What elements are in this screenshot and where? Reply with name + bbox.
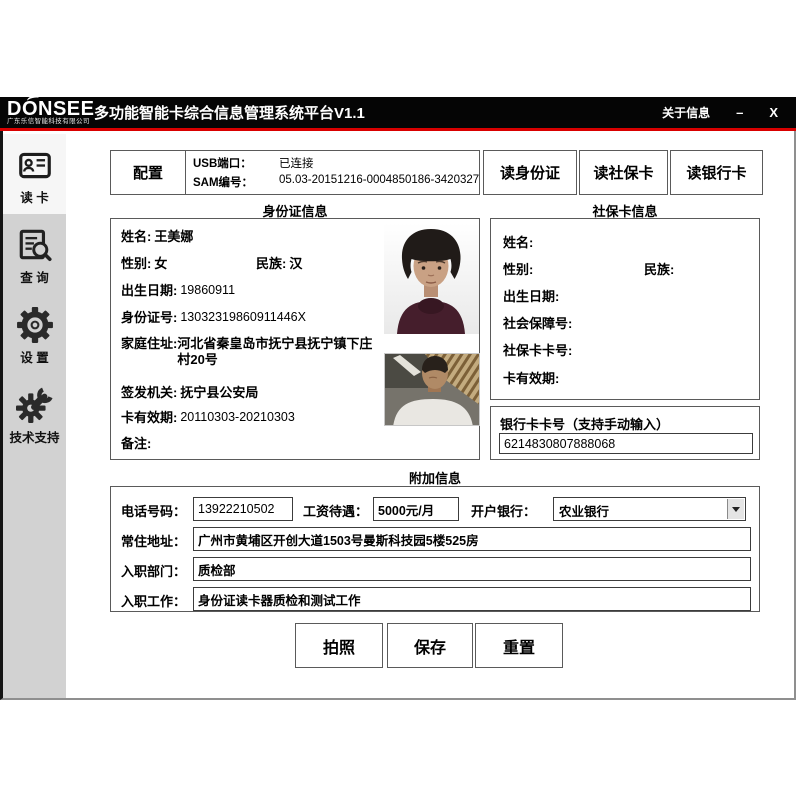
sidebar-label-settings: 设 置 xyxy=(20,347,48,366)
id-name-label: 姓名: xyxy=(121,229,151,245)
tech-support-icon xyxy=(16,386,54,424)
bank-card-title: 银行卡卡号（支持手动输入） xyxy=(500,414,669,433)
social-cardnum-label: 社保卡卡号: xyxy=(503,343,572,359)
additional-panel: 电话号码： 工资待遇： 开户银行： 农业银行 常住地址： 入职部门： 入职工作： xyxy=(110,486,760,612)
social-nation-label: 民族: xyxy=(644,262,674,278)
id-nation-value: 汉 xyxy=(289,256,302,272)
bank-select[interactable]: 农业银行 xyxy=(553,497,746,521)
id-issuer-value: 抚宁县公安局 xyxy=(180,385,258,401)
connection-status: USB端口： 已连接 SAM编号： 05.03-20151216-0004850… xyxy=(187,151,479,194)
sidebar-item-query[interactable]: 查 询 xyxy=(3,214,66,294)
id-address-label: 家庭住址: xyxy=(121,336,177,369)
id-card-panel: 姓名: 王美娜 性别: 女 民族: 汉 出生日期: 19860911 身份证号: xyxy=(110,218,480,460)
save-button[interactable]: 保存 xyxy=(387,623,473,668)
bank-card-number-input[interactable] xyxy=(499,433,753,454)
take-photo-button[interactable]: 拍照 xyxy=(295,623,383,668)
bank-label: 开户银行： xyxy=(471,501,536,520)
sam-number-value: 05.03-20151216-0004850186-3420327620 xyxy=(279,174,479,190)
id-nation-label: 民族: xyxy=(256,256,286,272)
id-birth-label: 出生日期: xyxy=(121,283,177,299)
id-number-label: 身份证号: xyxy=(121,310,177,326)
brand-name: DONSEE xyxy=(7,99,92,119)
id-address-value: 河北省秦皇岛市抚宁县抚宁镇下庄村20号 xyxy=(177,336,376,369)
read-id-card-button[interactable]: 读身份证 xyxy=(483,150,577,195)
salary-label: 工资待遇： xyxy=(303,501,368,520)
usb-port-label: USB端口： xyxy=(193,155,279,171)
social-ssn-label: 社会保障号: xyxy=(503,316,572,332)
phone-label: 电话号码： xyxy=(121,501,186,520)
id-issuer-label: 签发机关: xyxy=(121,385,177,401)
job-label: 入职工作： xyxy=(121,591,186,610)
sidebar-item-settings[interactable]: 设 置 xyxy=(3,294,66,374)
additional-section-title: 附加信息 xyxy=(110,468,760,487)
id-gender-value: 女 xyxy=(154,256,167,272)
minimize-button[interactable]: – xyxy=(736,105,743,120)
social-card-panel: 姓名: 性别: 民族: 出生日期: 社会保障号: 社保卡卡号: xyxy=(490,218,760,400)
job-input[interactable] xyxy=(193,587,751,611)
sidebar-label-tech-support: 技术支持 xyxy=(9,427,59,446)
id-birth-value: 19860911 xyxy=(180,283,235,299)
social-name-label: 姓名: xyxy=(503,235,533,251)
salary-input[interactable] xyxy=(373,497,459,521)
config-button[interactable]: 配置 xyxy=(111,151,186,194)
sidebar-item-tech-support[interactable]: 技术支持 xyxy=(3,374,66,454)
residence-label: 常住地址： xyxy=(121,531,186,550)
company-name: 广东乐信智能科技有限公司 xyxy=(7,119,92,126)
social-gender-label: 性别: xyxy=(503,262,533,278)
app-canvas: DONSEE 广东乐信智能科技有限公司 多功能智能卡综合信息管理系统平台V1.1… xyxy=(0,0,800,800)
bank-select-value: 农业银行 xyxy=(559,501,609,520)
social-birth-label: 出生日期: xyxy=(503,289,559,305)
id-validity-value: 20110303-20210303 xyxy=(180,410,294,426)
department-input[interactable] xyxy=(193,557,751,581)
department-label: 入职部门： xyxy=(121,561,186,580)
sidebar-label-read-card: 读 卡 xyxy=(20,187,48,206)
id-card-icon xyxy=(16,146,54,184)
sidebar-label-query: 查 询 xyxy=(20,267,48,286)
id-remark-label: 备注: xyxy=(121,436,151,452)
sidebar-item-read-card[interactable]: 读 卡 xyxy=(3,134,66,214)
id-validity-label: 卡有效期: xyxy=(121,410,177,426)
id-gender-label: 性别: xyxy=(121,256,151,272)
camera-capture-photo xyxy=(384,353,480,426)
search-doc-icon xyxy=(16,226,54,264)
bank-select-dropdown-button[interactable] xyxy=(727,499,744,519)
id-number-value: 13032319860911446X xyxy=(180,310,306,326)
id-portrait-photo xyxy=(384,223,479,334)
read-social-card-button[interactable]: 读社保卡 xyxy=(579,150,668,195)
chevron-down-icon xyxy=(732,507,740,512)
sidebar: 读 卡 查 询 xyxy=(3,134,66,698)
title-bar: DONSEE 广东乐信智能科技有限公司 多功能智能卡综合信息管理系统平台V1.1… xyxy=(0,97,796,131)
app-window: DONSEE 广东乐信智能科技有限公司 多功能智能卡综合信息管理系统平台V1.1… xyxy=(0,97,796,700)
read-bank-card-button[interactable]: 读银行卡 xyxy=(670,150,763,195)
reset-button[interactable]: 重置 xyxy=(475,623,563,668)
id-name-value: 王美娜 xyxy=(154,229,193,245)
sam-number-label: SAM编号： xyxy=(193,174,279,190)
about-menu[interactable]: 关于信息 xyxy=(662,104,710,121)
close-button[interactable]: X xyxy=(769,105,778,120)
config-panel: 配置 USB端口： 已连接 SAM编号： 05.03-20151216-0004… xyxy=(110,150,480,195)
phone-input[interactable] xyxy=(193,497,293,521)
window-title: 多功能智能卡综合信息管理系统平台V1.1 xyxy=(94,102,365,123)
app-logo: DONSEE 广东乐信智能科技有限公司 xyxy=(0,99,92,126)
usb-port-value: 已连接 xyxy=(279,155,314,171)
window-body: 读 卡 查 询 xyxy=(3,134,794,698)
residence-input[interactable] xyxy=(193,527,751,551)
social-validity-label: 卡有效期: xyxy=(503,371,559,387)
bank-card-panel: 银行卡卡号（支持手动输入） xyxy=(490,406,760,460)
gear-icon xyxy=(16,306,54,344)
